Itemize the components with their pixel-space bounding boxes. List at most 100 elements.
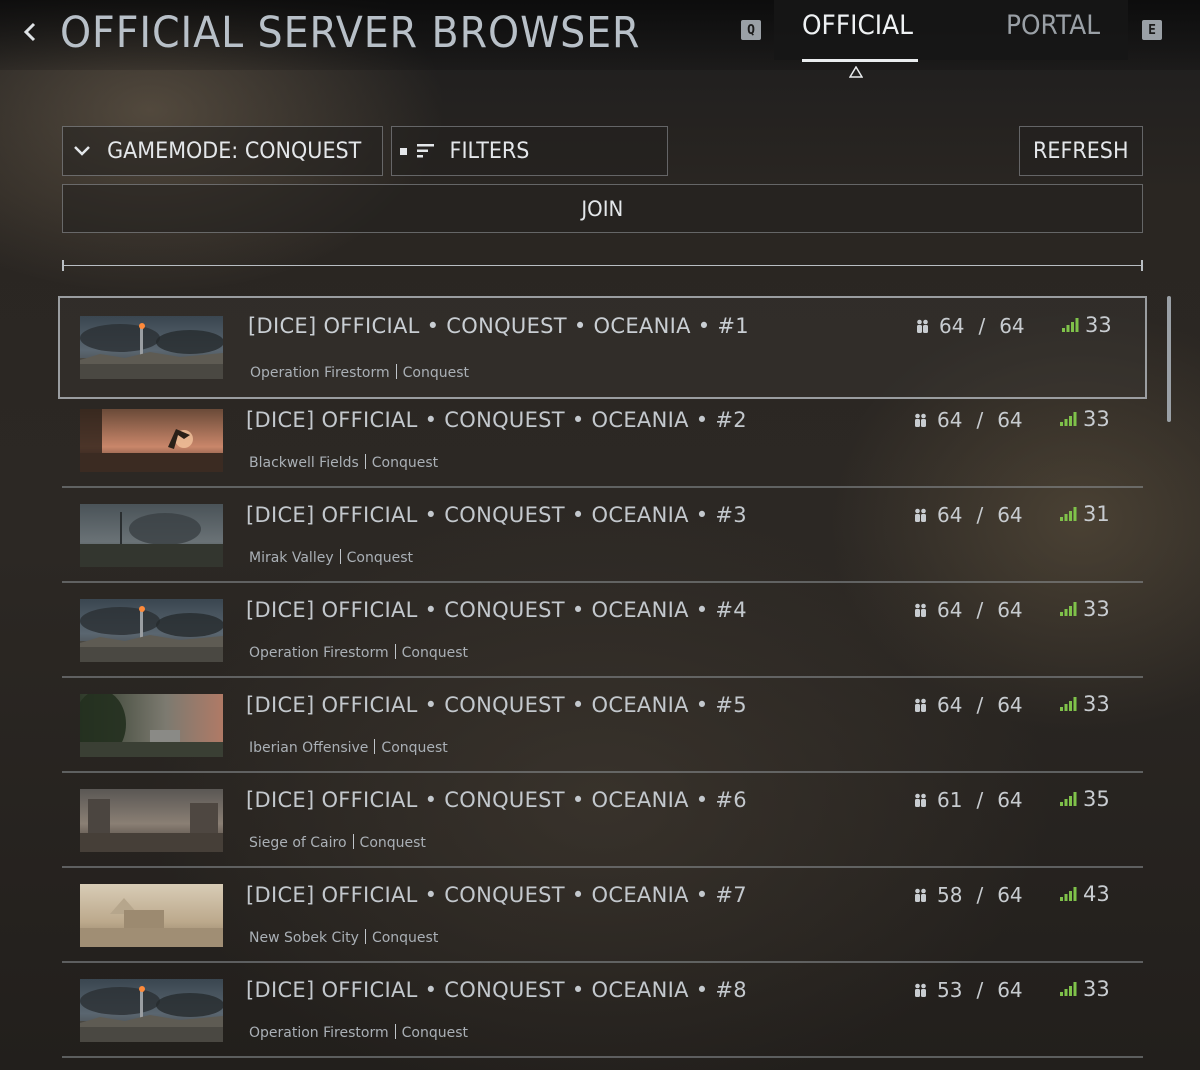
page-title: OFFICIAL SERVER BROWSER [60,8,641,58]
game-mode: Conquest [401,1025,468,1041]
players-icon [915,983,926,997]
players-slash: / [976,693,984,717]
triangle-indicator-icon [849,66,863,78]
players-max: 64 [997,598,1023,622]
map-name: Operation Firestorm [250,365,390,381]
list-divider [62,265,1143,266]
server-row[interactable]: [DICE] OFFICIAL • CONQUEST • OCEANIA • #… [58,296,1147,399]
filter-icon [417,144,434,158]
players-icon [915,508,926,522]
players-slash: / [976,788,984,812]
map-name: Operation Firestorm [249,1025,389,1041]
ping-indicator: 31 [1060,502,1110,526]
signal-bars-icon [1060,507,1077,521]
ping-indicator: 33 [1062,313,1112,337]
players-slash: / [976,598,984,622]
signal-bars-icon [1060,792,1077,806]
signal-bars-icon [1060,887,1077,901]
chevron-down-icon [74,146,90,156]
game-mode: Conquest [401,645,468,661]
server-row[interactable]: [DICE] OFFICIAL • CONQUEST • OCEANIA • #… [62,394,1143,488]
players-slash: / [978,314,986,338]
filters-button[interactable]: FILTERS [391,126,668,176]
players-slash: / [976,978,984,1002]
players-current: 64 [937,693,963,717]
game-mode: Conquest [371,930,439,946]
server-map-info: Operation Firestorm Conquest [250,364,469,381]
players-max: 64 [997,978,1023,1002]
players-max: 64 [997,883,1023,907]
players-max: 64 [997,788,1023,812]
chevron-left-icon [23,22,36,42]
players-max: 64 [997,693,1023,717]
player-count: 64 / 64 [914,503,1023,527]
signal-bars-icon [1060,412,1077,426]
server-name: [DICE] OFFICIAL • CONQUEST • OCEANIA • #… [246,598,747,622]
players-icon [915,888,926,902]
ping-value: 33 [1083,977,1110,1001]
server-map-info: Iberian Offensive Conquest [249,739,448,756]
separator [364,929,366,944]
server-row[interactable]: [DICE] OFFICIAL • CONQUEST • OCEANIA • #… [62,679,1143,773]
players-max: 64 [999,314,1025,338]
tab-portal[interactable]: PORTAL [1006,10,1100,41]
server-row[interactable]: [DICE] OFFICIAL • CONQUEST • OCEANIA • #… [62,584,1143,678]
back-button[interactable] [16,18,44,46]
ping-indicator: 33 [1060,597,1110,621]
players-current: 61 [937,788,963,812]
server-map-info: Operation Firestorm Conquest [249,1024,468,1041]
players-slash: / [976,503,984,527]
map-thumbnail [80,884,223,947]
join-label: JOIN [581,196,624,221]
server-map-info: New Sobek City Conquest [249,929,438,946]
gamemode-label: GAMEMODE: CONQUEST [107,138,362,164]
ping-indicator: 33 [1060,407,1110,431]
server-map-info: Siege of Cairo Conquest [249,834,426,851]
tab-official[interactable]: OFFICIAL [802,10,913,41]
player-count: 53 / 64 [914,978,1023,1002]
ping-indicator: 43 [1060,882,1110,906]
players-slash: / [976,408,984,432]
server-name: [DICE] OFFICIAL • CONQUEST • OCEANIA • #… [246,883,747,907]
ping-indicator: 33 [1060,692,1110,716]
server-map-info: Mirak Valley Conquest [249,549,413,566]
divider-end-right [1141,260,1143,271]
players-current: 58 [937,883,963,907]
players-icon [915,793,926,807]
server-row[interactable]: [DICE] OFFICIAL • CONQUEST • OCEANIA • #… [62,489,1143,583]
ping-value: 33 [1083,597,1110,621]
refresh-button[interactable]: REFRESH [1019,126,1143,176]
separator [394,644,396,659]
map-thumbnail [80,504,223,567]
server-row[interactable]: [DICE] OFFICIAL • CONQUEST • OCEANIA • #… [62,869,1143,963]
map-thumbnail [80,694,223,757]
scrollbar-thumb[interactable] [1167,296,1171,422]
map-name: Mirak Valley [249,550,334,566]
separator [352,834,354,849]
key-hint-next-tab[interactable]: E [1142,20,1162,40]
server-row[interactable]: [DICE] OFFICIAL • CONQUEST • OCEANIA • #… [62,774,1143,868]
signal-bars-icon [1062,318,1079,332]
players-icon [915,413,926,427]
gamemode-dropdown[interactable]: GAMEMODE: CONQUEST [62,126,383,176]
map-thumbnail [80,789,223,852]
separator [339,549,341,564]
server-map-info: Operation Firestorm Conquest [249,644,468,661]
filters-label: FILTERS [449,138,530,164]
server-row[interactable]: [DICE] OFFICIAL • CONQUEST • OCEANIA • #… [62,964,1143,1058]
key-hint-prev-tab[interactable]: Q [741,20,761,40]
ping-value: 31 [1083,502,1110,526]
game-mode: Conquest [402,365,469,381]
map-thumbnail [80,316,223,379]
players-current: 64 [939,314,965,338]
players-current: 64 [937,408,963,432]
player-count: 64 / 64 [914,598,1023,622]
join-button[interactable]: JOIN [62,184,1143,233]
signal-bars-icon [1060,697,1077,711]
players-current: 64 [937,598,963,622]
filter-active-dot [400,147,407,155]
server-name: [DICE] OFFICIAL • CONQUEST • OCEANIA • #… [246,503,747,527]
ping-value: 33 [1083,692,1110,716]
players-icon [917,319,928,333]
active-tab-underline [802,59,918,62]
